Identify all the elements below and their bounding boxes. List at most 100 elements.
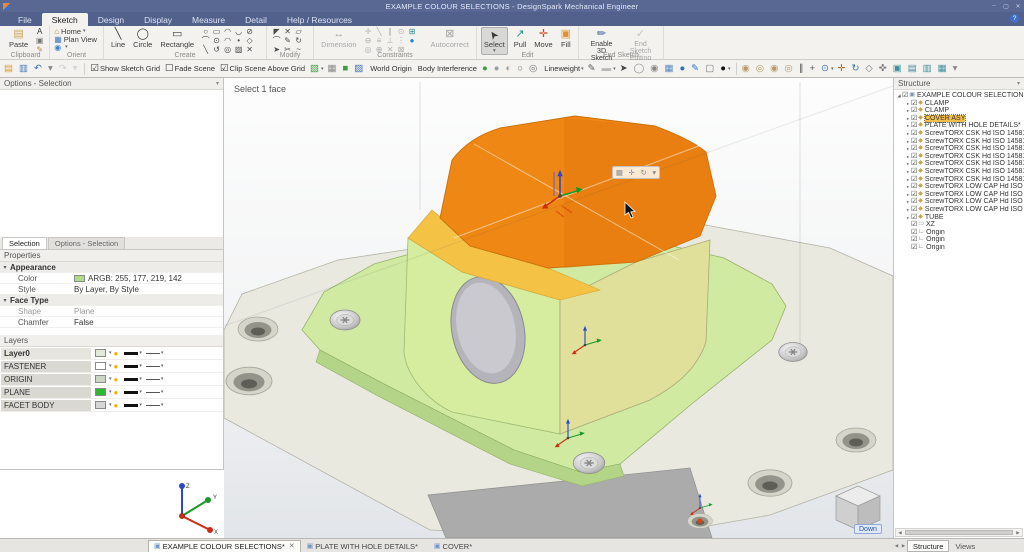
scroll-left-arrow[interactable]: ◀ (896, 530, 904, 536)
help-icon[interactable]: ? (1010, 14, 1019, 23)
shaded-sphere-icon[interactable]: ● (481, 64, 491, 74)
linestyle-sample[interactable] (146, 405, 160, 406)
minimize-button[interactable]: – (988, 3, 1000, 10)
tab-scroll-right-icon[interactable]: ▶ (900, 543, 907, 549)
pan-button[interactable]: ✛ (836, 64, 848, 74)
counterbore-hole[interactable] (238, 317, 278, 341)
menu-tab[interactable]: Design (88, 13, 134, 26)
layer-row[interactable]: FACET BODY ▾ ● ▾ ▾ (0, 399, 223, 412)
layout-3-button[interactable]: ▥ (922, 64, 935, 74)
caret-down-icon[interactable]: ▾ (161, 402, 164, 408)
show-sketch-grid-checkbox[interactable]: ☑Show Sketch Grid (89, 64, 162, 74)
redo-caret[interactable]: ▾ (72, 64, 81, 74)
counterbore-hole[interactable] (226, 367, 272, 395)
caret-down-icon[interactable]: ▾ (139, 350, 142, 356)
tree-item[interactable]: ▸ ☑ ◆ ScrewTORX CSK Hd ISO 14581 A2 M2 (894, 130, 1024, 138)
caret-down-icon[interactable]: ▾ (109, 389, 112, 395)
caret-down-icon[interactable]: ▾ (161, 376, 164, 382)
visibility-checkbox[interactable]: ☑ (911, 130, 917, 138)
visibility-checkbox[interactable]: ☑ (911, 183, 917, 191)
caret-down-icon[interactable]: ▾ (139, 389, 142, 395)
light-sphere-4[interactable]: ◎ (783, 64, 795, 74)
tree-item[interactable]: ▸ ☑ ◆ CLAMP (894, 107, 1024, 115)
select-button[interactable]: ➤ Select ▾ (481, 27, 508, 55)
layout-caret[interactable]: ▾ (952, 64, 961, 74)
visibility-checkbox[interactable]: ☑ (911, 221, 917, 229)
sketch-tool-icon[interactable]: ◡ (233, 27, 244, 36)
grid-toggle-icon[interactable]: ▦ (616, 168, 623, 177)
look-at-button[interactable]: ◇ (864, 64, 875, 74)
lineweight-sample[interactable] (124, 352, 138, 355)
caret-down-icon[interactable]: ▾ (139, 363, 142, 369)
layer-color-swatch[interactable] (95, 362, 106, 370)
tree-item[interactable]: ▸ ☑ ◆ ScrewTORX CSK Hd ISO 14581 A2 M3 (894, 176, 1024, 184)
panel-tab[interactable]: Options - Selection (48, 237, 125, 249)
line-tool-button[interactable]: ╲Line (108, 27, 128, 50)
constraint-icon[interactable]: ≡ (374, 36, 385, 45)
tree-item[interactable]: ▸ ☑ ◆ PLATE WITH HOLE DETAILS* (894, 122, 1024, 130)
constraint-icon[interactable]: ⊥ (385, 36, 396, 45)
caret-down-icon[interactable]: ▾ (161, 389, 164, 395)
visibility-bulb-icon[interactable]: ● (114, 388, 119, 397)
tree-item[interactable]: ▸ ☑ ◆ ScrewTORX CSK Hd ISO 14581 A2 M3 (894, 168, 1024, 176)
maximize-button[interactable]: ▢ (1000, 3, 1012, 10)
menu-tab[interactable]: Sketch (42, 13, 88, 26)
constraint-icon[interactable]: ∥ (385, 27, 396, 36)
fill-button[interactable]: ▣Fill (558, 27, 574, 50)
layout-2-button[interactable]: ▤ (907, 64, 920, 74)
globe-button[interactable]: ● (679, 64, 689, 74)
ghost-sphere-icon[interactable]: ◐ (504, 64, 514, 74)
menu-tab[interactable]: Display (134, 13, 182, 26)
torx-screw[interactable] (779, 343, 808, 362)
layer-row[interactable]: FASTENER ▾ ● ▾ ▾ (0, 360, 223, 373)
layer-row[interactable]: PLANE ▾ ● ▾ ▾ (0, 386, 223, 399)
move-button[interactable]: ✛Move (531, 27, 555, 50)
zoom-button[interactable]: ⊙▾ (820, 64, 834, 74)
sphere-display-button[interactable]: ◉ (649, 64, 661, 74)
visibility-checkbox[interactable]: ☑ (911, 160, 917, 168)
dimension-button[interactable]: ↔ Dimension (318, 27, 359, 50)
visibility-checkbox[interactable]: ☑ (911, 122, 917, 130)
linestyle-sample[interactable] (146, 392, 160, 393)
redo-button[interactable]: ↷ (58, 64, 70, 74)
sketch-tool-icon[interactable]: ⊙ (211, 36, 222, 45)
tree-item[interactable]: ☑ ∟ Origin (894, 236, 1024, 244)
cylinder-display-button[interactable]: ◯ (633, 64, 648, 74)
rotate-grid-icon[interactable]: ↻ (640, 168, 646, 177)
caret-down-icon[interactable]: ▾ (139, 376, 142, 382)
frame-button[interactable]: ▢ (704, 64, 717, 74)
sketch-tool-icon[interactable]: ○ (200, 27, 211, 36)
menu-tab[interactable]: Help / Resources (277, 13, 362, 26)
panel-bottom-tab[interactable]: Structure (907, 540, 949, 552)
lineweight-sample[interactable] (124, 391, 138, 394)
linestyle-sample[interactable] (146, 366, 160, 367)
sketch-tool-icon[interactable]: • (233, 36, 244, 45)
linestyle-sample[interactable] (146, 353, 160, 354)
fly-button[interactable]: ✜ (878, 64, 890, 74)
light-sphere-1[interactable]: ◉ (741, 64, 753, 74)
modify-tool-icon[interactable]: ✎ (282, 36, 293, 45)
modify-tool-icon[interactable]: ✕ (282, 27, 293, 36)
caret-down-icon[interactable]: ▾ (109, 402, 112, 408)
grid-display-button[interactable]: ▦ (664, 64, 677, 74)
section-view-button[interactable]: ▨ (353, 64, 366, 74)
tree-item[interactable]: ▸ ☑ ◆ ScrewTORX LOW CAP Hd ISO 14580 A2 (894, 198, 1024, 206)
caret-down-icon[interactable]: ▾ (109, 376, 112, 382)
undo-button[interactable]: ↶ (33, 64, 45, 74)
tree-item[interactable]: ▸ ☑ ◆ TUBE (894, 214, 1024, 222)
caret-down-icon[interactable]: ▾ (109, 363, 112, 369)
lineweight-sample[interactable] (124, 378, 138, 381)
ring-icon[interactable]: ◎ (528, 64, 540, 74)
pin-icon[interactable]: ▾ (216, 80, 219, 87)
tree-item[interactable]: ▸ ☑ ◆ ScrewTORX CSK Hd ISO 14581 A2 M3 (894, 160, 1024, 168)
view-sphere-button[interactable]: ◉▾ (54, 43, 99, 51)
document-tab[interactable]: ▣ PLATE WITH HOLE DETAILS* (301, 540, 428, 552)
constraint-icon[interactable]: ✛ (363, 27, 374, 36)
sketch-grid-button[interactable]: ▦ (327, 64, 340, 74)
counterbore-hole[interactable] (748, 470, 792, 496)
caret-down-icon[interactable]: ▾ (109, 350, 112, 356)
menu-tab[interactable]: Measure (182, 13, 235, 26)
sketch-pencil-button[interactable]: ✎ (587, 64, 599, 74)
layout-4-button[interactable]: ▦ (937, 64, 950, 74)
scrollbar-thumb[interactable] (905, 530, 1013, 535)
